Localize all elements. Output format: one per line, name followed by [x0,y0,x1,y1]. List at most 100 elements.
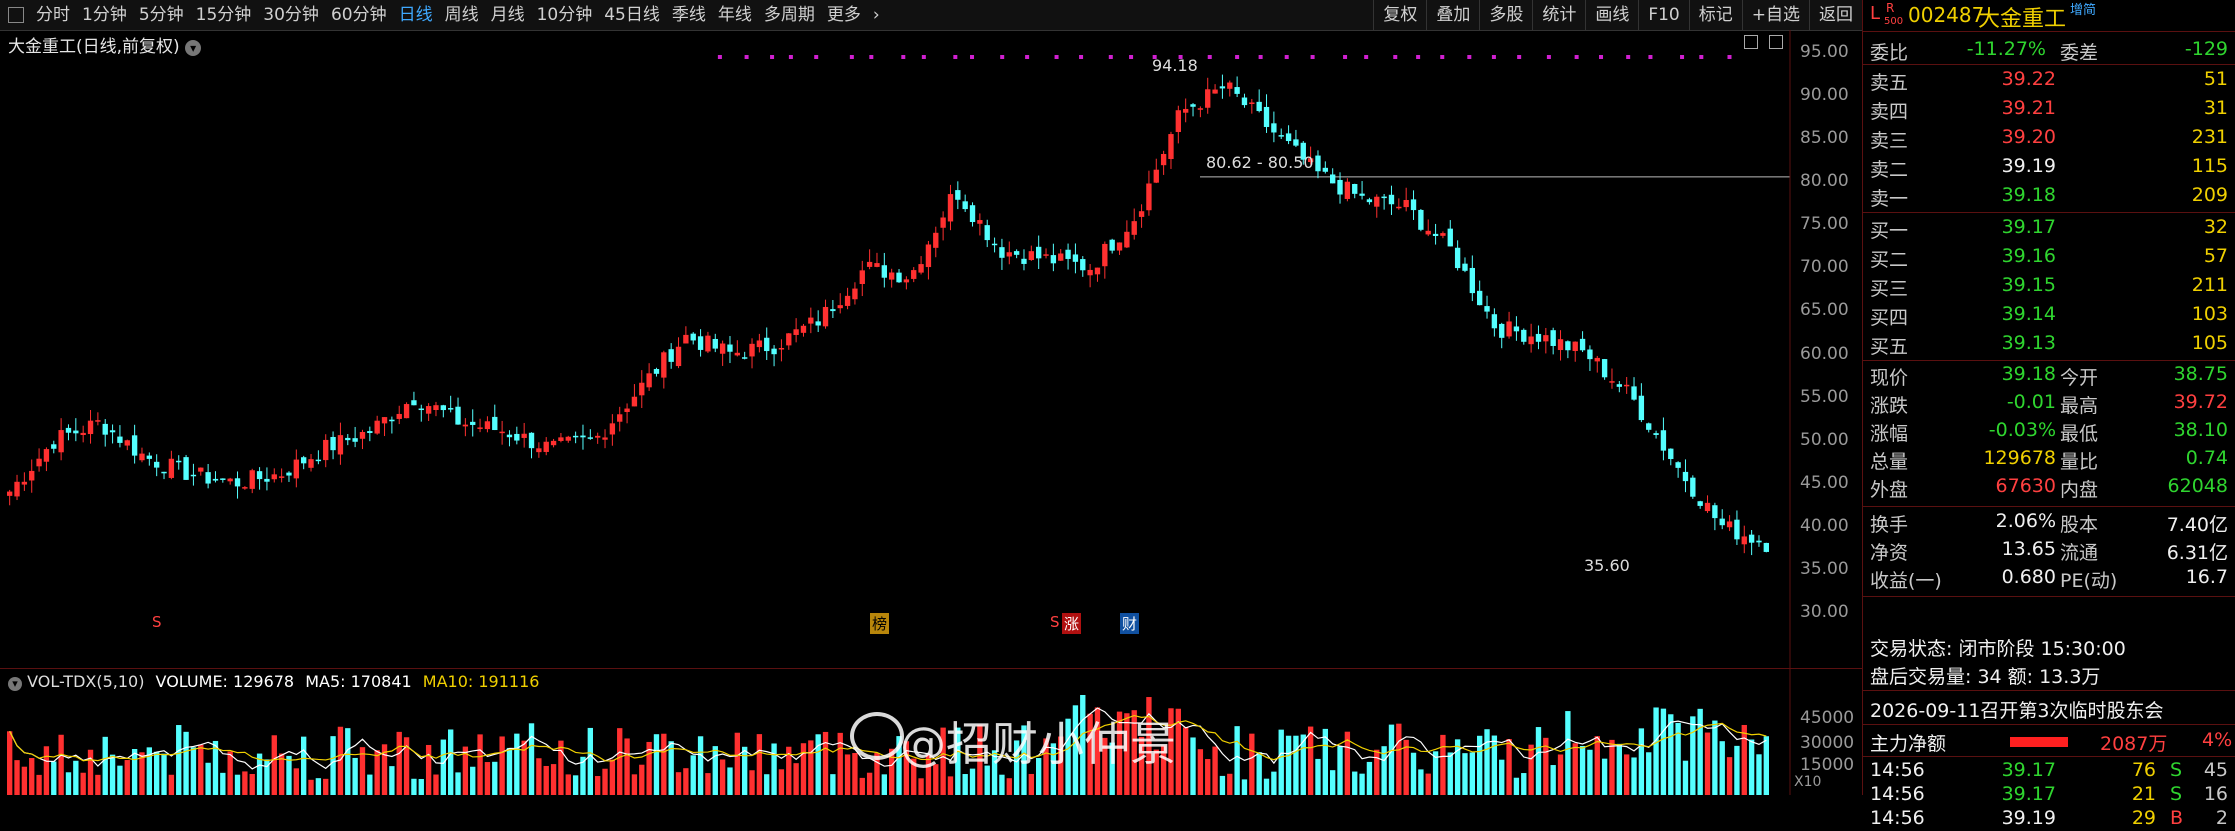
signal-dot [1258,55,1263,59]
volume-bar [947,776,954,795]
candle [1285,133,1292,142]
sell-level-1[interactable]: 卖一 39.18 209 [1870,184,2230,212]
candle [154,461,160,468]
candle [139,453,145,461]
candle [631,396,638,407]
buy-level-1[interactable]: 买一 39.17 32 [1870,216,2230,244]
price-tick: 50.00 [1800,429,1849,450]
volume-bar [661,733,667,795]
tab-period-9[interactable]: 10分钟 [531,0,599,30]
chevron-down-icon[interactable]: ▾ [8,677,22,691]
marker-limit-up[interactable]: 涨 [1062,613,1082,634]
stock-name[interactable]: 大金重工 [1978,1,2066,33]
sell-level-3[interactable]: 卖三 39.20 231 [1870,126,2230,154]
candle [425,406,432,414]
divider [1862,31,2235,32]
tab-period-6[interactable]: 日线 [393,0,439,30]
volume-bar [58,734,64,795]
candle [1028,251,1034,261]
tab-period-14[interactable]: 更多 [821,0,867,30]
buy-level-2[interactable]: 买二 39.16 57 [1870,245,2230,273]
marker-s[interactable]: S [152,613,162,631]
tool-button-2[interactable]: 多股 [1479,0,1532,30]
tool-button-0[interactable]: 复权 [1373,0,1426,30]
tool-button-3[interactable]: 统计 [1532,0,1585,30]
candle [675,346,682,367]
volume-bar [1307,726,1314,795]
volume-bar [697,736,704,795]
candle [1197,108,1204,110]
tab-period-2[interactable]: 5分钟 [133,0,190,30]
buy-level-3[interactable]: 买三 39.15 211 [1870,274,2230,302]
tab-period-0[interactable]: 分时 [30,0,76,30]
tool-button-7[interactable]: +自选 [1741,0,1809,30]
level-label: 买四 [1870,307,1909,329]
tool-button-5[interactable]: F10 [1638,0,1688,30]
candle [1462,263,1468,271]
tool-button-4[interactable]: 画线 [1585,0,1638,30]
signal-dot [1207,55,1212,59]
tool-button-8[interactable]: 返回 [1809,0,1862,30]
buy-level-5[interactable]: 买五 39.13 105 [1870,332,2230,360]
candle [256,471,263,480]
volume-bar [1205,759,1211,795]
tab-period-10[interactable]: 45日线 [598,0,666,30]
candle [220,478,226,480]
candle [1741,536,1747,545]
volume-bar [1477,735,1483,795]
price-tick: 85.00 [1800,128,1849,149]
volume-bar [1506,739,1512,795]
notice-text[interactable]: 2026-09-11召开第3次临时股东会 [1870,696,2164,723]
volume-bar [455,772,461,795]
candle [161,471,167,474]
sell-level-2[interactable]: 卖二 39.19 115 [1870,155,2230,183]
tool-button-6[interactable]: 标记 [1688,0,1742,30]
level-label: 卖一 [1870,188,1909,210]
tab-period-13[interactable]: 多周期 [758,0,821,30]
marker-rank[interactable]: 榜 [870,613,890,634]
sell-level-5[interactable]: 卖五 39.22 51 [1870,68,2230,96]
tab-period-12[interactable]: 年线 [712,0,758,30]
level-volume: 57 [2203,245,2228,267]
volume-bar [749,770,755,795]
signal-dot [1467,55,1472,59]
level-volume: 32 [2203,216,2228,238]
marker-finance[interactable]: 财 [1120,613,1140,634]
candle [1160,153,1167,166]
candle [683,334,689,344]
tab-period-7[interactable]: 周线 [439,0,485,30]
volume-bar [477,734,483,795]
tab-period-8[interactable]: 月线 [485,0,531,30]
panel-toggle-icon[interactable] [8,7,24,23]
marker-s2[interactable]: S [1050,613,1060,631]
volume-bar [352,757,358,795]
tab-period-4[interactable]: 30分钟 [257,0,325,30]
signal-dot [869,55,874,59]
candle [1454,247,1461,269]
tab-period-1[interactable]: 1分钟 [76,0,133,30]
stat-value: 0.680 [2001,566,2056,588]
sell-level-4[interactable]: 卖四 39.21 31 [1870,97,2230,125]
tool-button-1[interactable]: 叠加 [1426,0,1479,30]
chevron-right-icon[interactable]: › [867,0,886,30]
candle [308,459,314,468]
candle [1109,239,1115,251]
candle [778,348,785,350]
stat-label: 换手 [1870,514,1909,536]
candle [1080,259,1086,271]
candle [991,243,998,246]
candle [1352,183,1358,194]
stat-row: 换手 2.06% 股本 7.40亿 [1870,510,2230,538]
candle [176,460,182,463]
tab-period-11[interactable]: 季线 [666,0,712,30]
stat-value: 13.65 [2001,538,2056,560]
tab-period-3[interactable]: 15分钟 [190,0,258,30]
signal-dot [1393,55,1398,59]
tab-period-5[interactable]: 60分钟 [325,0,393,30]
volume-bar [1704,732,1711,795]
notice-row[interactable]: 2026-09-11召开第3次临时股东会 [1870,696,2230,724]
buy-level-4[interactable]: 买四 39.14 103 [1870,303,2230,331]
candle [1432,233,1439,237]
candle [1183,108,1189,113]
candle [1374,196,1380,207]
